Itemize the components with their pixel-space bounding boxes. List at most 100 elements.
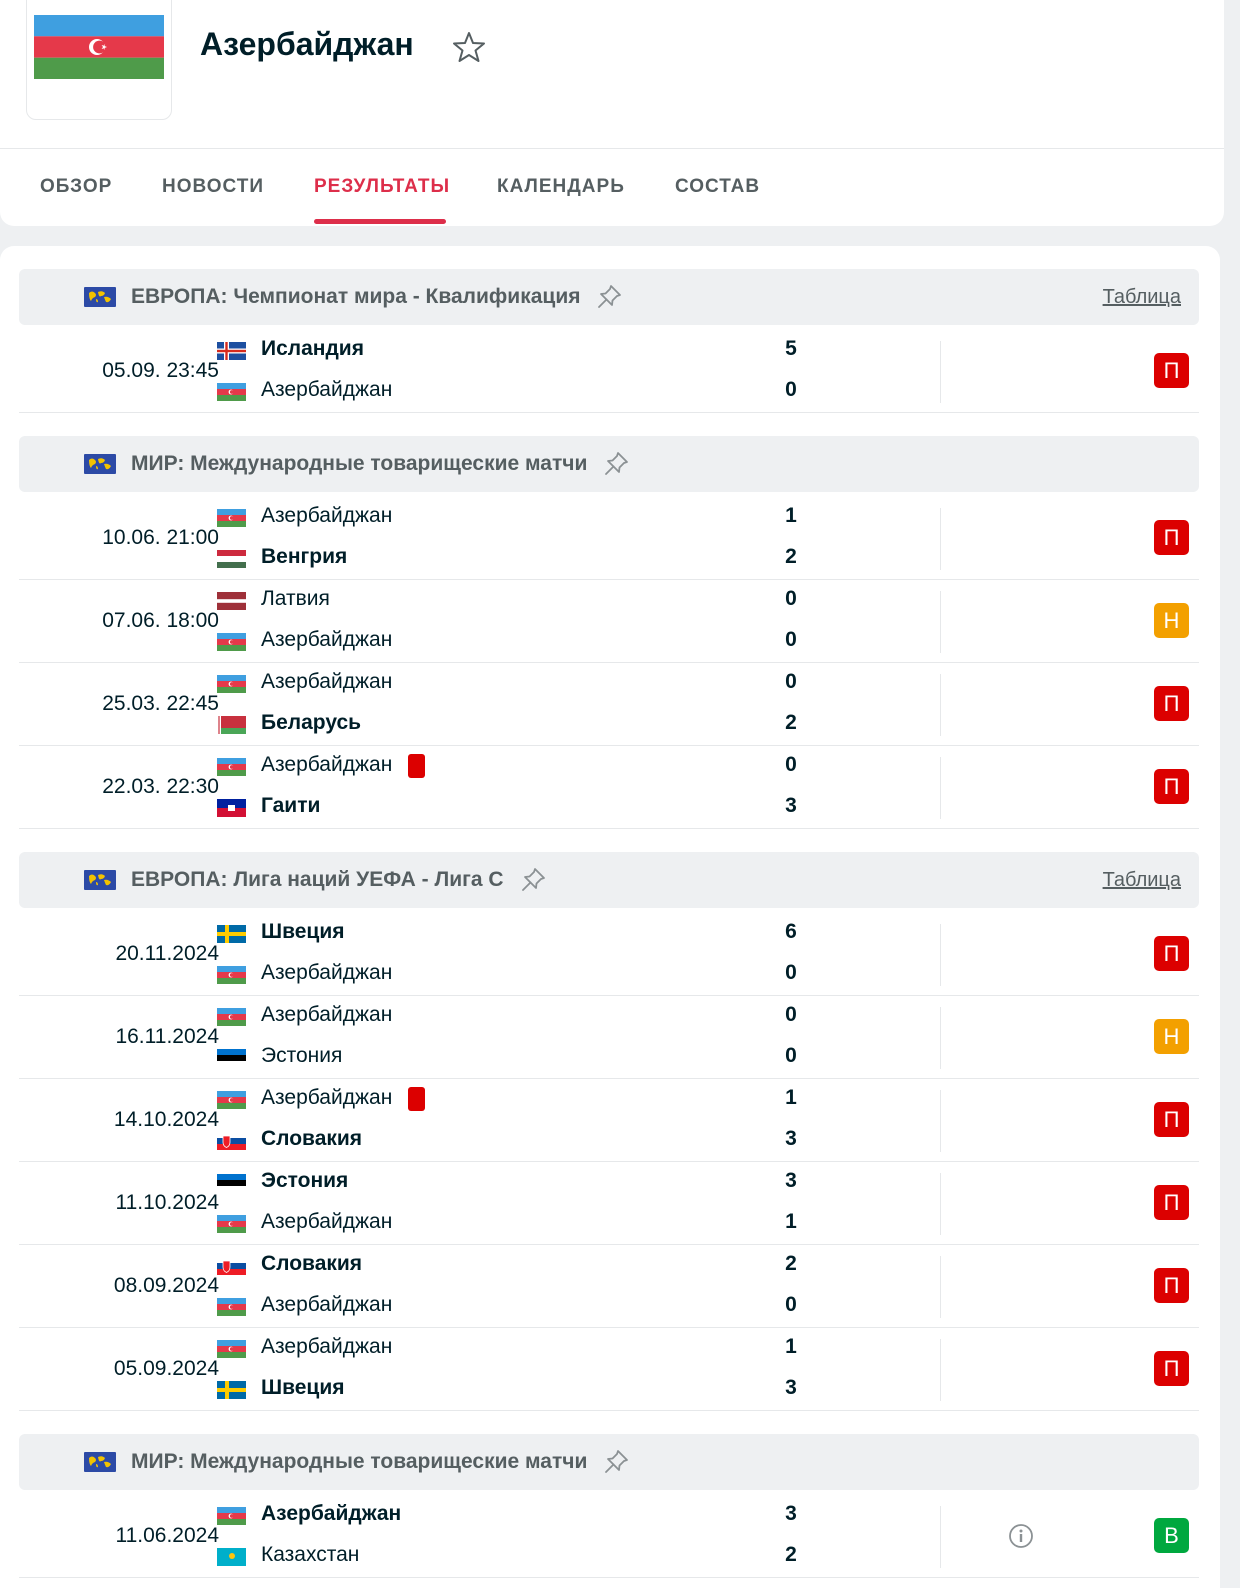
league-category: МИР: — [131, 452, 185, 475]
away-score: 0 — [785, 1293, 797, 1316]
column-divider — [940, 508, 941, 570]
standings-table-link[interactable]: Таблица — [1103, 869, 1181, 892]
home-team-name: Азербайджан — [261, 753, 393, 776]
match-row[interactable]: 08.09.2024 Словакия Азербайджан 2 0 П — [19, 1246, 1199, 1328]
active-tab-indicator — [314, 219, 446, 224]
home-score: 6 — [785, 920, 797, 943]
away-score: 0 — [785, 378, 797, 401]
info-icon[interactable] — [1007, 1522, 1035, 1550]
column-divider — [940, 1090, 941, 1152]
home-score: 5 — [785, 337, 797, 360]
league-name[interactable]: МИР: Международные товарищеские матчи — [131, 1450, 587, 1474]
match-time: 05.09.2024 — [113, 1357, 219, 1380]
estonia-flag-icon — [217, 1174, 246, 1192]
azerbaijan-flag-icon — [34, 15, 164, 79]
azerbaijan-flag-icon — [217, 675, 246, 693]
away-score: 3 — [785, 1127, 797, 1150]
team-logo — [26, 0, 172, 120]
home-score: 0 — [785, 753, 797, 776]
match-time: 14.10.2024 — [113, 1108, 219, 1131]
league-name[interactable]: ЕВРОПА: Лига наций УЕФА - Лига С — [131, 868, 504, 892]
match-row[interactable]: 11.10.2024 Эстония Азербайджан 3 1 П — [19, 1163, 1199, 1245]
favorite-star-icon[interactable] — [452, 30, 486, 64]
match-time: 22.03. 22:30 — [102, 775, 219, 798]
match-row[interactable]: 05.09. 23:45 Исландия Азербайджан 5 0 П — [19, 331, 1199, 413]
red-card-icon — [408, 754, 425, 778]
match-time: 16.11.2024 — [115, 1025, 219, 1048]
pin-icon[interactable] — [601, 1447, 631, 1477]
home-score: 1 — [785, 1086, 797, 1109]
league-title: Лига наций УЕФА - Лига С — [233, 868, 504, 891]
home-score: 0 — [785, 670, 797, 693]
away-score: 2 — [785, 1543, 797, 1566]
away-score: 3 — [785, 794, 797, 817]
match-row[interactable]: 14.10.2024 Азербайджан Словакия 1 3 П — [19, 1080, 1199, 1162]
league-name[interactable]: ЕВРОПА: Чемпионат мира - Квалификация — [131, 285, 580, 309]
iceland-flag-icon — [217, 342, 246, 360]
match-row[interactable]: 25.03. 22:45 Азербайджан Беларусь 0 2 П — [19, 664, 1199, 746]
haiti-flag-icon — [217, 799, 246, 817]
home-team-name: Словакия — [261, 1252, 363, 1275]
azerbaijan-flag-icon — [217, 1340, 246, 1358]
away-score: 0 — [785, 961, 797, 984]
match-time: 08.09.2024 — [113, 1274, 219, 1297]
match-time: 07.06. 18:00 — [102, 609, 219, 632]
pin-icon[interactable] — [518, 865, 548, 895]
belarus-flag-icon — [217, 716, 246, 734]
home-score: 1 — [785, 504, 797, 527]
standings-table-link[interactable]: Таблица — [1103, 286, 1181, 309]
home-score: 3 — [785, 1169, 797, 1192]
tab-bar: ОБЗОР НОВОСТИ РЕЗУЛЬТАТЫ КАЛЕНДАРЬ СОСТА… — [0, 148, 1224, 226]
column-divider — [940, 757, 941, 819]
home-team-name: Азербайджан — [261, 670, 393, 693]
column-divider — [940, 1256, 941, 1318]
away-score: 2 — [785, 545, 797, 568]
away-team-name: Азербайджан — [261, 378, 393, 401]
world-flag-icon — [84, 287, 116, 307]
hungary-flag-icon — [217, 550, 246, 568]
league-header[interactable]: ЕВРОПА: Лига наций УЕФА - Лига С Таблица — [19, 852, 1199, 908]
kazakhstan-flag-icon — [217, 1548, 246, 1566]
home-team-name: Исландия — [261, 337, 364, 360]
match-row[interactable]: 20.11.2024 Швеция Азербайджан 6 0 П — [19, 914, 1199, 996]
match-row[interactable]: 10.06. 21:00 Азербайджан Венгрия 1 2 П — [19, 498, 1199, 580]
away-score: 0 — [785, 628, 797, 651]
azerbaijan-flag-icon — [217, 633, 246, 651]
match-row[interactable]: 07.06. 18:00 Латвия Азербайджан 0 0 Н — [19, 581, 1199, 663]
results-list: ЕВРОПА: Чемпионат мира - Квалификация Та… — [0, 246, 1220, 1588]
result-badge: П — [1154, 936, 1189, 971]
league-header[interactable]: МИР: Международные товарищеские матчи — [19, 1434, 1199, 1490]
tab-squad[interactable]: СОСТАВ — [675, 176, 760, 198]
match-row[interactable]: 22.03. 22:30 Азербайджан Гаити 0 3 П — [19, 747, 1199, 829]
tab-overview[interactable]: ОБЗОР — [40, 176, 112, 198]
away-team-name: Эстония — [261, 1044, 343, 1067]
match-row[interactable]: 05.09.2024 Азербайджан Швеция 1 3 П — [19, 1329, 1199, 1411]
estonia-flag-icon — [217, 1049, 246, 1067]
result-badge: П — [1154, 1102, 1189, 1137]
league-name[interactable]: МИР: Международные товарищеские матчи — [131, 452, 587, 476]
league-title: Чемпионат мира - Квалификация — [233, 285, 581, 308]
result-badge: П — [1154, 520, 1189, 555]
away-team-name: Гаити — [261, 794, 321, 817]
column-divider — [940, 1339, 941, 1401]
column-divider — [940, 1007, 941, 1069]
home-team-name: Азербайджан — [261, 504, 393, 527]
azerbaijan-flag-icon — [217, 1507, 246, 1525]
tab-calendar[interactable]: КАЛЕНДАРЬ — [497, 176, 625, 198]
match-row[interactable]: 11.06.2024 Азербайджан Казахстан 3 2 В — [19, 1496, 1199, 1578]
azerbaijan-flag-icon — [217, 758, 246, 776]
tab-results[interactable]: РЕЗУЛЬТАТЫ — [314, 176, 450, 198]
azerbaijan-flag-icon — [217, 509, 246, 527]
tab-news[interactable]: НОВОСТИ — [162, 176, 264, 198]
match-row[interactable]: 16.11.2024 Азербайджан Эстония 0 0 Н — [19, 997, 1199, 1079]
pin-icon[interactable] — [594, 282, 624, 312]
away-team-name: Азербайджан — [261, 1293, 393, 1316]
league-header[interactable]: МИР: Международные товарищеские матчи — [19, 436, 1199, 492]
sweden-flag-icon — [217, 1381, 246, 1399]
league-header[interactable]: ЕВРОПА: Чемпионат мира - Квалификация Та… — [19, 269, 1199, 325]
home-team-name: Азербайджан — [261, 1335, 393, 1358]
away-score: 0 — [785, 1044, 797, 1067]
column-divider — [940, 674, 941, 736]
result-badge: П — [1154, 1268, 1189, 1303]
pin-icon[interactable] — [601, 449, 631, 479]
